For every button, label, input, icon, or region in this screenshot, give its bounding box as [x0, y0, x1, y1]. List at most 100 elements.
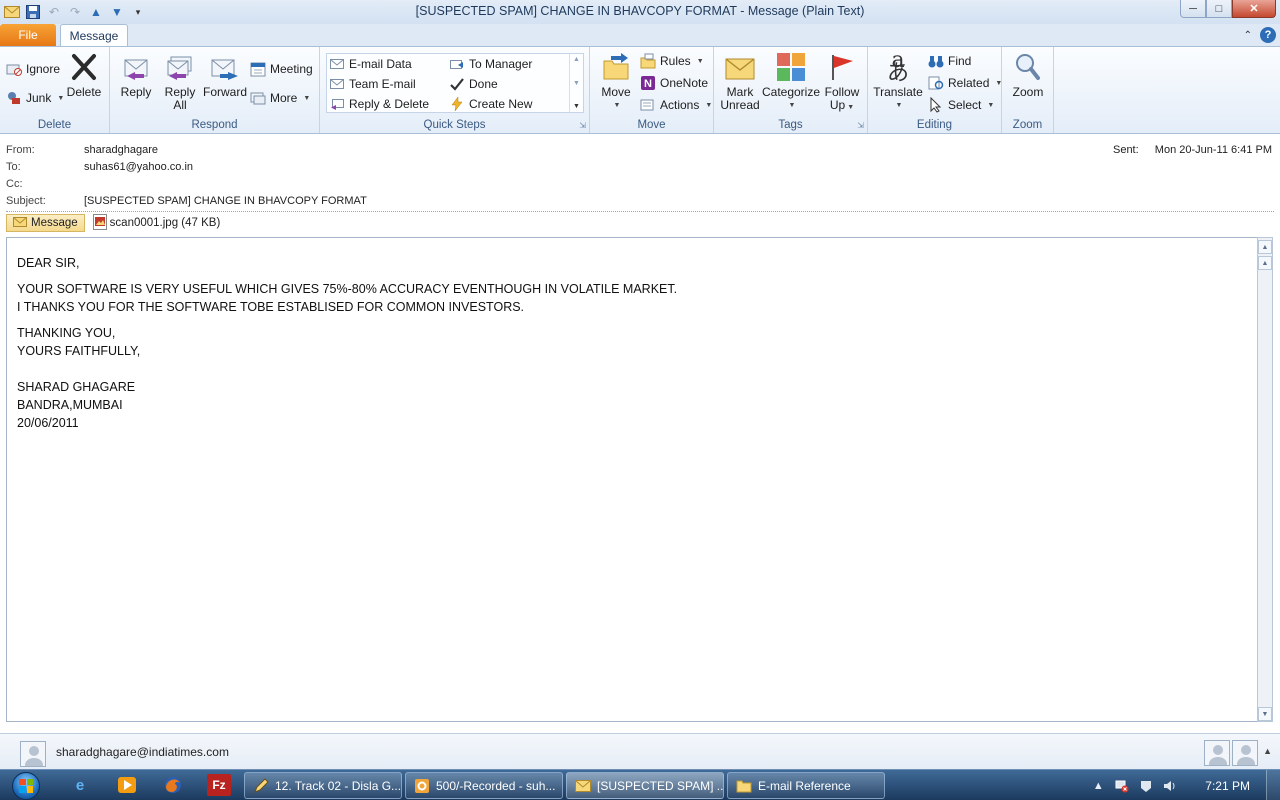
select-button[interactable]: Select ▼ — [928, 97, 994, 113]
group-zoom: Zoom Zoom — [1002, 47, 1054, 133]
scroll-up-icon[interactable]: ▲ — [573, 56, 580, 63]
media-player-icon[interactable] — [115, 774, 139, 796]
scroll-up-icon[interactable]: ▲ — [1258, 240, 1272, 254]
related-button[interactable]: Related ▼ — [928, 75, 1002, 91]
to-value[interactable]: suhas61@yahoo.co.in — [84, 161, 193, 173]
help-icon[interactable]: ? — [1260, 27, 1276, 43]
group-label-quick-steps: Quick Steps — [423, 119, 486, 131]
find-button[interactable]: Find — [928, 53, 971, 69]
more-respond-button[interactable]: More ▼ — [250, 90, 310, 106]
group-quick-steps: E-mail Data To Manager Team E-mail Done … — [320, 47, 590, 133]
avatar[interactable] — [1232, 740, 1258, 766]
internet-explorer-icon[interactable]: e — [68, 774, 92, 796]
reply-button[interactable]: Reply — [116, 51, 156, 99]
pen-icon — [253, 777, 269, 794]
show-hidden-icons-icon[interactable]: ▲ — [1091, 779, 1105, 793]
firefox-icon[interactable] — [161, 774, 185, 796]
onenote-button[interactable]: N OneNote — [640, 75, 708, 91]
quick-step-to-manager[interactable]: To Manager — [449, 56, 532, 72]
reply-all-label-line2: All — [173, 98, 187, 112]
forward-button[interactable]: Forward — [202, 51, 248, 99]
close-button[interactable]: ✕ — [1232, 0, 1276, 18]
cc-label: Cc: — [6, 178, 23, 190]
body-scrollbar[interactable]: ▲ ▲ ▼ — [1257, 237, 1273, 722]
mark-unread-button[interactable]: Mark Unread — [718, 51, 762, 112]
expand-gallery-icon[interactable]: ▼ — [573, 103, 580, 110]
taskbar-button-spam-message[interactable]: [SUSPECTED SPAM] ... — [566, 772, 724, 799]
taskbar: e Fz 12. Track 02 - Disla G... 500/-Reco… — [0, 769, 1280, 800]
volume-icon[interactable] — [1163, 779, 1177, 793]
quick-step-label: E-mail Data — [349, 57, 412, 71]
zoom-label: Zoom — [1012, 85, 1044, 99]
taskbar-button-recorded[interactable]: 500/-Recorded - suh... — [405, 772, 563, 799]
redo-icon[interactable]: ↷ — [67, 4, 83, 20]
group-respond: Reply Reply All Forward Meeting More ▼ R… — [110, 47, 320, 133]
reply-all-button[interactable]: Reply All — [160, 51, 200, 112]
message-attachment-tab[interactable]: Message — [6, 214, 85, 232]
from-value[interactable]: sharadghagare — [84, 144, 158, 156]
translate-dropdown-icon: ▼ — [895, 102, 903, 109]
ignore-button[interactable]: Ignore — [6, 61, 60, 77]
quick-step-team-email[interactable]: Team E-mail — [329, 76, 416, 92]
quick-step-email-data[interactable]: E-mail Data — [329, 56, 412, 72]
window-controls: ─ □ ✕ — [1180, 0, 1276, 18]
filezilla-icon[interactable]: Fz — [207, 774, 231, 796]
expand-people-pane-icon[interactable]: ▲ — [1263, 746, 1272, 756]
scroll-up-icon[interactable]: ▲ — [1258, 256, 1272, 270]
select-dropdown-icon: ▼ — [987, 101, 995, 109]
subject-label: Subject: — [6, 195, 46, 207]
start-button[interactable] — [6, 770, 46, 800]
scroll-down-icon[interactable]: ▼ — [573, 80, 580, 87]
tab-message[interactable]: Message — [60, 24, 128, 46]
clock[interactable]: 7:21 PM — [1205, 779, 1250, 793]
quick-step-reply-delete[interactable]: Reply & Delete — [329, 96, 429, 112]
quick-step-done[interactable]: Done — [449, 76, 498, 92]
next-item-icon[interactable]: ▼ — [109, 4, 125, 20]
junk-button[interactable]: Junk ▼ — [6, 90, 64, 106]
minimize-button[interactable]: ─ — [1180, 0, 1206, 18]
taskbar-button-track[interactable]: 12. Track 02 - Disla G... — [244, 772, 402, 799]
save-icon[interactable] — [25, 4, 41, 20]
subject-value: [SUSPECTED SPAM] CHANGE IN BHAVCOPY FORM… — [84, 195, 367, 207]
team-email-icon — [329, 76, 345, 92]
actions-icon — [640, 97, 656, 113]
translate-button[interactable]: aあ Translate ▼ — [872, 50, 924, 112]
signature-place: BANDRA,MUMBAI — [17, 398, 123, 412]
rules-button[interactable]: Rules ▼ — [640, 53, 704, 69]
onenote-icon: N — [640, 75, 656, 91]
zoom-button[interactable]: Zoom — [1008, 51, 1048, 99]
contact-avatar[interactable] — [20, 741, 46, 767]
minimize-ribbon-icon[interactable]: ⌃ — [1244, 30, 1252, 41]
related-icon — [928, 75, 944, 91]
customize-qat-icon[interactable]: ▾ — [130, 4, 146, 20]
group-label-editing: Editing — [916, 119, 953, 131]
network-error-icon[interactable] — [1115, 779, 1129, 793]
previous-item-icon[interactable]: ▲ — [88, 4, 104, 20]
delete-button[interactable]: Delete — [64, 51, 104, 99]
undo-icon[interactable]: ↶ — [46, 4, 62, 20]
quick-step-create-new[interactable]: Create New — [449, 96, 532, 112]
actions-label: Actions — [660, 98, 700, 112]
taskbar-button-email-reference[interactable]: E-mail Reference — [727, 772, 885, 799]
categorize-dropdown-icon: ▼ — [788, 102, 796, 109]
maximize-button[interactable]: □ — [1206, 0, 1232, 18]
follow-up-button[interactable]: Follow Up ▼ — [820, 51, 864, 114]
categorize-label: Categorize — [761, 85, 821, 99]
categorize-button[interactable]: Categorize ▼ — [762, 51, 820, 112]
group-tags: Mark Unread Categorize ▼ Follow Up ▼ ⇲ Ta… — [714, 47, 868, 133]
actions-button[interactable]: Actions ▼ — [640, 97, 712, 113]
attachment-file[interactable]: scan0001.jpg (47 KB) — [89, 213, 225, 233]
message-body[interactable]: DEAR SIR, YOUR SOFTWARE IS VERY USEFUL W… — [6, 237, 1258, 722]
action-center-icon[interactable] — [1139, 779, 1153, 793]
group-label-delete: Delete — [37, 119, 72, 131]
people-pane-contact[interactable]: sharadghagare@indiatimes.com — [56, 745, 229, 759]
show-desktop-button[interactable] — [1266, 770, 1280, 800]
quick-steps-scrollbar[interactable]: ▲ ▼ ▼ — [569, 54, 583, 112]
meeting-button[interactable]: Meeting — [250, 61, 313, 77]
tab-file[interactable]: File — [0, 24, 56, 46]
signature-name: SHARAD GHAGARE — [17, 380, 136, 394]
avatar[interactable] — [1204, 740, 1230, 766]
delete-label: Delete — [66, 85, 102, 99]
move-button[interactable]: Move ▼ — [596, 51, 636, 112]
scroll-down-icon[interactable]: ▼ — [1258, 707, 1272, 721]
